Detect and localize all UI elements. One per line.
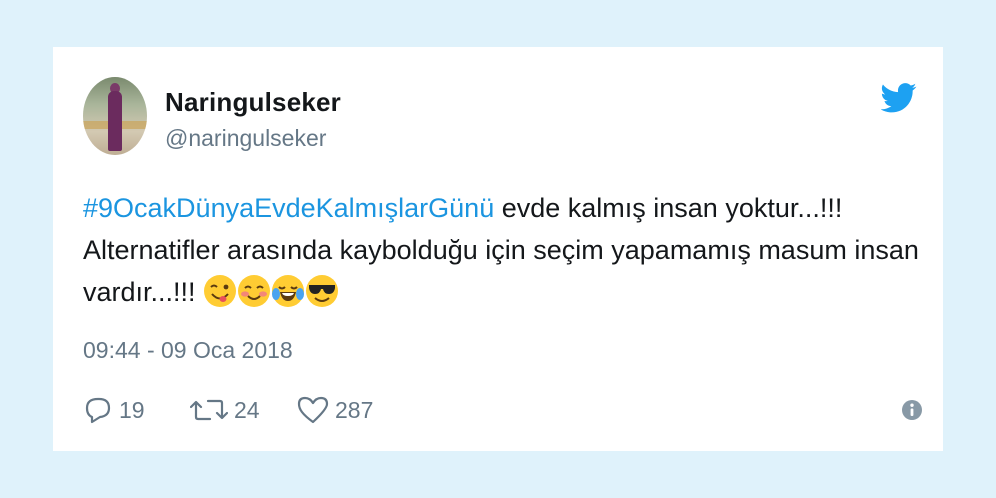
retweet-icon [190, 399, 228, 421]
reply-count: 19 [119, 396, 145, 423]
twitter-bird-icon[interactable] [881, 83, 917, 113]
reply-button[interactable]: 19 [83, 393, 145, 427]
winking-face-with-tongue-icon [204, 275, 237, 307]
hashtag-link[interactable]: #9OcakDünyaEvdeKalmışlarGünü [83, 193, 494, 223]
face-with-tears-of-joy-icon [272, 275, 305, 307]
display-name[interactable]: Naringulseker [165, 87, 341, 118]
reply-bubble-icon [85, 397, 111, 424]
like-button[interactable]: 287 [297, 393, 373, 427]
tweet-actions: 19 24 287 [83, 393, 923, 427]
smiling-face-with-sunglasses-icon [306, 275, 339, 307]
tweet-text: #9OcakDünyaEvdeKalmışlarGünü evde kalmış… [83, 187, 923, 313]
heart-icon [297, 396, 329, 424]
tweet-timestamp[interactable]: 09:44 - 09 Oca 2018 [83, 337, 293, 364]
like-count: 287 [335, 396, 374, 423]
smiling-face-with-blush-icon [238, 275, 271, 307]
info-icon[interactable] [901, 399, 923, 421]
tweet-card: Naringulseker @naringulseker #9OcakDünya… [53, 47, 943, 451]
retweet-count: 24 [234, 396, 260, 423]
avatar[interactable] [83, 77, 147, 155]
retweet-button[interactable]: 24 [190, 393, 260, 427]
emoji-row [203, 275, 339, 307]
user-handle[interactable]: @naringulseker [165, 125, 326, 152]
